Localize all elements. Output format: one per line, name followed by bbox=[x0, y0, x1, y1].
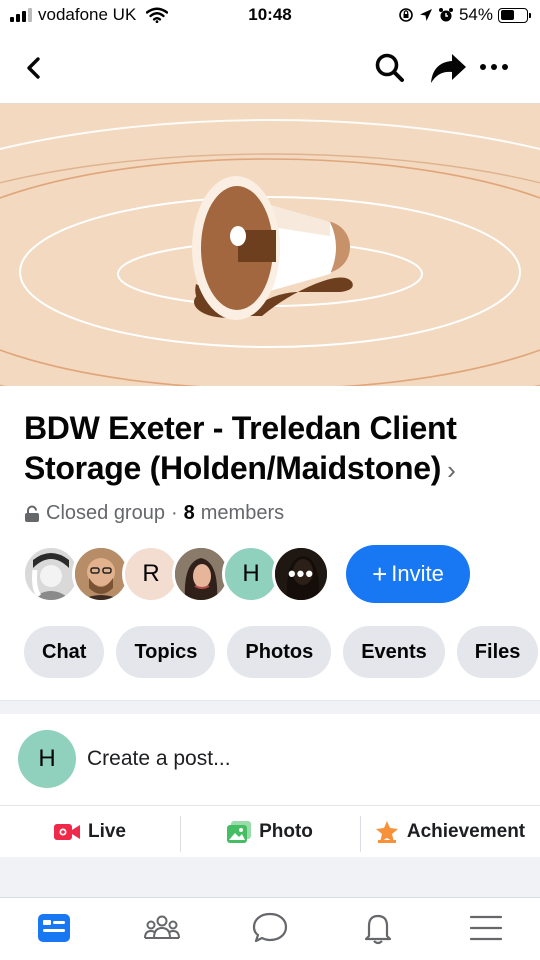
achievement-button[interactable]: Achievement bbox=[360, 806, 540, 857]
create-post-input[interactable]: Create a post... bbox=[87, 747, 231, 771]
status-bar: vodafone UK 10:48 54% bbox=[0, 0, 540, 34]
live-label: Live bbox=[87, 820, 127, 842]
rotation-lock-icon bbox=[399, 8, 413, 22]
megaphone-illustration bbox=[0, 104, 540, 386]
meta-separator: · bbox=[170, 502, 178, 524]
tab-events[interactable]: Events bbox=[343, 626, 445, 678]
chevron-left-icon[interactable] bbox=[18, 51, 52, 85]
star-achievement-icon bbox=[375, 820, 398, 843]
tab-topics[interactable]: Topics bbox=[116, 626, 216, 678]
my-avatar[interactable]: H bbox=[18, 730, 76, 788]
members-icon[interactable] bbox=[142, 910, 182, 946]
battery-percent: 54% bbox=[458, 5, 493, 24]
members-label[interactable]: members bbox=[201, 502, 284, 525]
group-title-text: BDW Exeter - Treledan Client Storage (Ho… bbox=[24, 410, 457, 486]
post-actions: Live Photo Achievement bbox=[0, 805, 540, 857]
group-title[interactable]: BDW Exeter - Treledan Client Storage (Ho… bbox=[24, 408, 524, 490]
member-count: 8 bbox=[183, 502, 195, 524]
avatar-photo-1 bbox=[25, 548, 77, 600]
invite-label: Invite bbox=[391, 561, 444, 586]
section-divider-2 bbox=[0, 857, 540, 897]
live-button[interactable]: Live bbox=[0, 806, 180, 857]
more-members-label: ••• bbox=[275, 548, 327, 600]
plus-icon: + bbox=[372, 559, 388, 589]
section-divider bbox=[0, 700, 540, 714]
lock-icon bbox=[25, 505, 39, 522]
battery-fill bbox=[500, 10, 514, 20]
chat-bubble-icon[interactable] bbox=[250, 910, 290, 946]
alarm-icon bbox=[438, 8, 453, 22]
status-right: 54% bbox=[398, 5, 531, 25]
battery-icon bbox=[498, 7, 531, 23]
my-initial: H bbox=[38, 745, 56, 772]
group-cover-photo[interactable] bbox=[0, 103, 540, 386]
more-members-avatar[interactable]: ••• bbox=[272, 545, 330, 603]
privacy-label: Closed group bbox=[46, 502, 165, 524]
photo-icon bbox=[227, 820, 252, 843]
live-video-icon bbox=[53, 823, 80, 840]
tab-photos[interactable]: Photos bbox=[227, 626, 332, 678]
bottom-tab-bar bbox=[0, 897, 540, 960]
chevron-right-icon: › bbox=[447, 455, 456, 485]
search-icon[interactable] bbox=[372, 50, 408, 86]
member-initial-h: H bbox=[242, 560, 260, 587]
more-dots-icon[interactable] bbox=[476, 52, 512, 82]
menu-icon[interactable] bbox=[466, 910, 506, 946]
photo-button[interactable]: Photo bbox=[180, 806, 360, 857]
member-initial-r: R bbox=[142, 560, 160, 587]
groups-feed-icon[interactable] bbox=[34, 910, 74, 946]
avatar-photo-3 bbox=[175, 548, 227, 600]
member-avatars[interactable]: R H ••• bbox=[22, 545, 330, 603]
tab-files[interactable]: Files bbox=[456, 626, 539, 678]
post-composer[interactable]: H Create a post... bbox=[0, 714, 540, 804]
invite-button[interactable]: + Invite bbox=[346, 545, 470, 603]
bell-icon[interactable] bbox=[358, 910, 398, 946]
tab-chat[interactable]: Chat bbox=[24, 626, 105, 678]
location-arrow-icon bbox=[419, 9, 432, 21]
avatar-photo-2 bbox=[75, 548, 127, 600]
achievement-label: Achievement bbox=[406, 820, 526, 842]
group-tabs: Chat Topics Photos Events Files bbox=[24, 626, 539, 678]
photo-label: Photo bbox=[259, 820, 313, 842]
group-meta: Closed group · 8 members bbox=[24, 502, 284, 525]
nav-bar bbox=[0, 34, 540, 102]
share-arrow-icon[interactable] bbox=[428, 50, 468, 86]
